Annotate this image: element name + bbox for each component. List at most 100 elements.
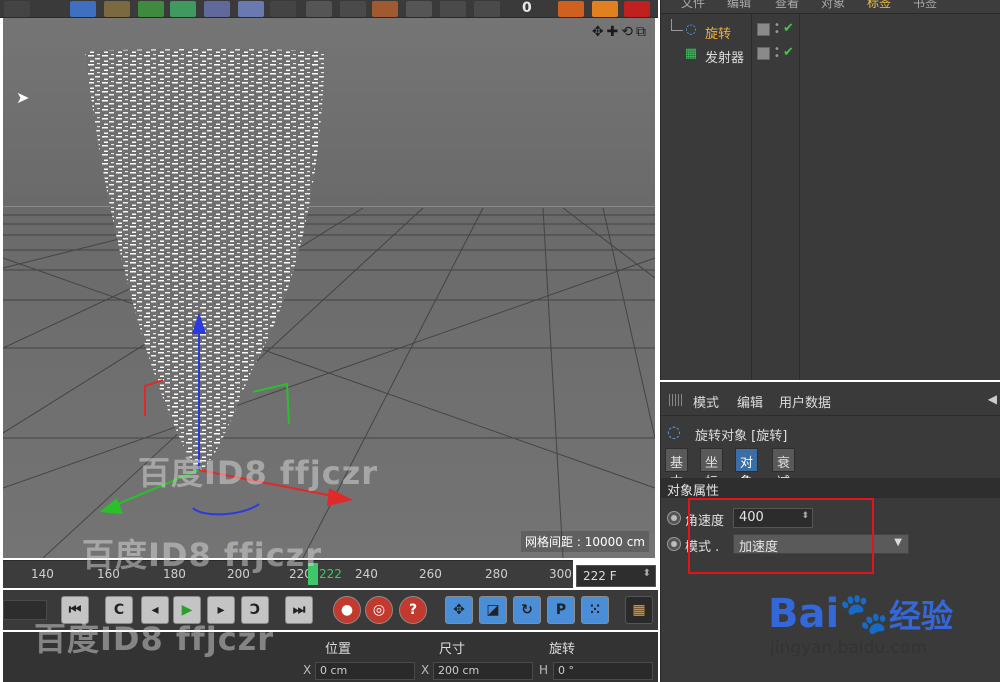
- object-row-rotate[interactable]: ◌ 旋转 • • ✔: [661, 19, 1000, 42]
- position-header: 位置: [325, 642, 352, 657]
- layer-flag-icon[interactable]: [757, 23, 770, 36]
- tab-falloff[interactable]: 衰减: [772, 448, 796, 490]
- current-tick-label: 222: [319, 567, 342, 581]
- axis-label: X: [303, 663, 312, 677]
- light-icon[interactable]: [306, 1, 332, 17]
- position-x-field[interactable]: 0 cm: [315, 662, 415, 680]
- record-button[interactable]: ●: [333, 596, 361, 624]
- axis-label: H: [539, 663, 549, 677]
- menu-bookmarks[interactable]: 书签: [913, 0, 937, 11]
- visibility-dots-icon[interactable]: • •: [774, 45, 780, 62]
- current-frame-value: 222 F: [583, 569, 617, 583]
- menu-edit[interactable]: 编辑: [737, 392, 763, 411]
- tick-label: 280: [485, 567, 508, 581]
- timeline-window-icon[interactable]: ▦: [625, 596, 653, 624]
- rotate-icon: ◌: [685, 22, 697, 37]
- rotation-header: 旋转: [549, 642, 576, 657]
- coordinate-row: X 0 cm X 200 cm H 0 °: [299, 660, 657, 682]
- paw-icon: 🐾: [839, 591, 890, 637]
- menu-user-data[interactable]: 用户数据: [779, 392, 831, 411]
- mouse-cursor-icon: ➤: [16, 88, 30, 107]
- go-to-end-button[interactable]: ⏭: [285, 596, 313, 624]
- chevron-down-icon: ▼: [894, 537, 902, 548]
- subdivision-icon[interactable]: [138, 1, 164, 17]
- app-window: 0 ➤ ✥✚⟲⧉ 网格间距: 10000 cm 140 160 180 200…: [0, 0, 1000, 682]
- toolbar-counter: 0: [522, 0, 532, 16]
- tab-coord[interactable]: 坐标: [700, 448, 724, 490]
- coordinate-headers: 位置 尺寸 旋转: [299, 634, 657, 657]
- baidu-jingyan-watermark: Bai🐾经验 jingyan.baidu.com: [768, 590, 998, 682]
- rotation-h-field[interactable]: 0 °: [553, 662, 653, 680]
- highlight-box: [688, 498, 874, 574]
- menu-file[interactable]: 文件: [681, 0, 705, 11]
- deformer-icon[interactable]: [204, 1, 230, 17]
- grid-spacing-label: 网格间距 : 10000 cm: [521, 531, 649, 552]
- sculpt-icon[interactable]: [592, 1, 618, 17]
- tick-label: 260: [419, 567, 442, 581]
- render-icon[interactable]: [406, 1, 432, 17]
- baidu-url: jingyan.baidu.com: [770, 638, 927, 658]
- axis-label: X: [421, 663, 430, 677]
- tools-icon[interactable]: [340, 1, 366, 17]
- user-watermark: 百度ID8 ffjczr: [138, 454, 379, 492]
- visibility-dots-icon[interactable]: • •: [774, 21, 780, 38]
- main-toolbar: 0: [0, 0, 658, 18]
- section-header: 对象属性: [661, 478, 1000, 499]
- keyframe-selection-button[interactable]: ?: [399, 596, 427, 624]
- attribute-title: ◌ 旋转对象 [旋转]: [665, 422, 995, 444]
- user-watermark: 百度ID8 ffjczr: [82, 536, 323, 574]
- material-icon[interactable]: [372, 1, 398, 17]
- column-divider: [799, 14, 800, 380]
- menu-tags[interactable]: 标签: [867, 0, 891, 11]
- move-key-button[interactable]: ✥: [445, 596, 473, 624]
- emitter-icon: ▦: [684, 46, 698, 61]
- tab-basic[interactable]: 基本: [665, 448, 689, 490]
- tree-line: [671, 19, 683, 31]
- baidu-logo: Bai🐾经验: [768, 590, 953, 637]
- grip-icon[interactable]: [669, 394, 683, 406]
- scale-key-button[interactable]: ◪: [479, 596, 507, 624]
- point-level-button[interactable]: ⁙: [581, 596, 609, 624]
- tab-object[interactable]: 对象: [735, 448, 759, 490]
- rotate-icon: ◌: [667, 422, 681, 441]
- enabled-check-icon[interactable]: ✔: [783, 45, 794, 60]
- clapper-icon[interactable]: [4, 1, 30, 17]
- attribute-manager-menubar: 模式 编辑 用户数据 ◀: [661, 382, 1000, 416]
- snap-icon[interactable]: [474, 1, 500, 17]
- menu-edit[interactable]: 编辑: [727, 0, 751, 11]
- spinner-icon[interactable]: ⬍: [643, 568, 651, 579]
- tick-label: 240: [355, 567, 378, 581]
- object-name[interactable]: 发射器: [705, 47, 744, 66]
- size-header: 尺寸: [439, 642, 466, 657]
- mograph-icon[interactable]: [558, 1, 584, 17]
- object-name[interactable]: 旋转: [705, 23, 731, 42]
- menu-object[interactable]: 对象: [821, 0, 845, 11]
- baidu-logo-text: Bai: [768, 591, 840, 637]
- object-row-emitter[interactable]: ▦ 发射器 • • ✔: [661, 43, 1000, 67]
- animate-radio[interactable]: [667, 537, 681, 551]
- current-frame-field[interactable]: 222 F ⬍: [576, 565, 656, 587]
- animate-radio[interactable]: [667, 511, 681, 525]
- floor-icon[interactable]: [238, 1, 264, 17]
- rotate-key-button[interactable]: ↻: [513, 596, 541, 624]
- bake-icon[interactable]: [624, 1, 650, 17]
- tick-label: 140: [31, 567, 54, 581]
- pen-icon[interactable]: [104, 1, 130, 17]
- cube-icon[interactable]: [70, 1, 96, 17]
- z-axis-icon[interactable]: [440, 1, 466, 17]
- tick-label: 300: [549, 567, 572, 581]
- autokey-button[interactable]: ◎: [365, 596, 393, 624]
- baidu-logo-cn: 经验: [889, 597, 954, 635]
- object-manager: 文件 编辑 查看 对象 标签 书签 ◌ 旋转 • • ✔ ▦ 发射器 • • ✔: [660, 0, 1000, 380]
- size-x-field[interactable]: 200 cm: [433, 662, 533, 680]
- menu-mode[interactable]: 模式: [693, 392, 719, 411]
- layer-flag-icon[interactable]: [757, 47, 770, 60]
- enabled-check-icon[interactable]: ✔: [783, 21, 794, 36]
- menu-view[interactable]: 查看: [775, 0, 799, 11]
- parameter-key-button[interactable]: P: [547, 596, 575, 624]
- back-arrow-icon[interactable]: ◀: [988, 392, 997, 406]
- object-manager-menubar: 文件 编辑 查看 对象 标签 书签: [661, 0, 1000, 14]
- viewport-nav-icons[interactable]: ✥✚⟲⧉: [592, 24, 649, 40]
- array-icon[interactable]: [170, 1, 196, 17]
- camera-icon[interactable]: [270, 1, 296, 17]
